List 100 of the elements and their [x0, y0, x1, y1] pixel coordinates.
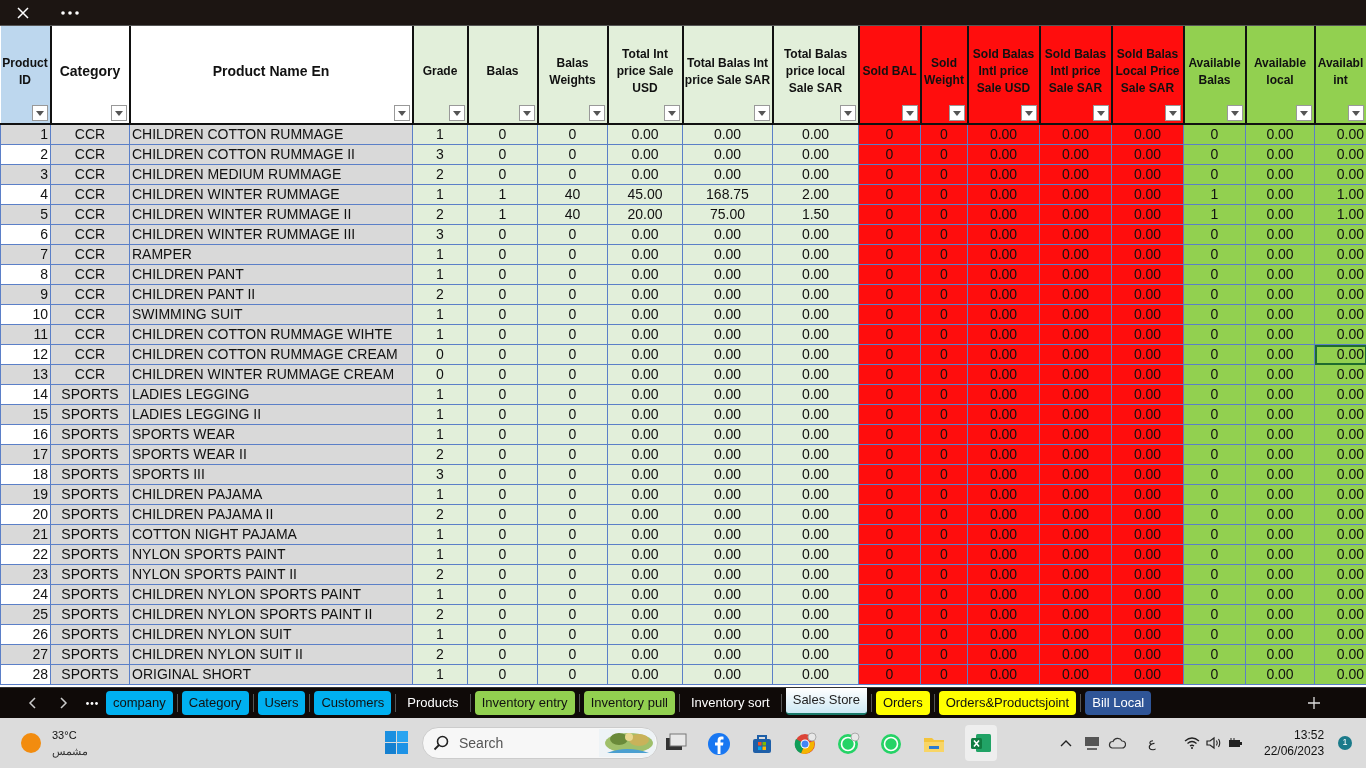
column-header[interactable]: Sold Balas Intl price Sale SAR	[1039, 26, 1112, 124]
sheet-tab[interactable]: Products	[400, 691, 466, 715]
close-icon[interactable]	[17, 6, 29, 19]
column-header[interactable]: Total Balas price local Sale SAR	[772, 26, 859, 124]
filter-button[interactable]	[393, 105, 410, 121]
column-header[interactable]: Total Balas Int price Sale SAR	[682, 26, 773, 124]
browser-icon[interactable]	[793, 732, 817, 756]
column-header[interactable]: Grade	[412, 26, 468, 124]
store-icon[interactable]	[750, 732, 774, 756]
filter-button[interactable]	[588, 105, 605, 121]
sheet-tab[interactable]: Orders	[875, 691, 930, 715]
add-sheet-icon[interactable]	[1308, 697, 1320, 709]
wifi-icon[interactable]	[1184, 737, 1200, 749]
table-cell: 14	[0, 384, 51, 405]
filter-button[interactable]	[518, 105, 535, 121]
filter-button[interactable]	[663, 105, 680, 121]
table-cell: 7	[0, 244, 51, 265]
previous-sheet-icon[interactable]	[28, 697, 36, 709]
dropdown-arrow-icon	[1351, 110, 1360, 116]
filter-button[interactable]	[31, 105, 48, 121]
dropdown-arrow-icon	[757, 110, 766, 116]
clock-time[interactable]: 13:52	[1294, 727, 1325, 743]
table-cell: CHILDREN COTTON RUMMAGE	[129, 124, 413, 145]
facebook-icon[interactable]	[707, 732, 731, 756]
table-cell: 26	[0, 624, 51, 645]
table-cell: 17	[0, 444, 51, 465]
sheet-tab[interactable]: Category	[181, 691, 249, 715]
sheet-tab[interactable]: Inventory pull	[583, 691, 675, 715]
speaker-icon[interactable]	[1206, 736, 1222, 750]
input-language[interactable]: ع	[1148, 733, 1156, 753]
dropdown-arrow-icon	[905, 110, 914, 116]
start-icon[interactable]	[385, 731, 408, 754]
column-header[interactable]: Balas Weights	[537, 26, 608, 124]
column-header[interactable]: Sold Balas Local Price Sale SAR	[1111, 26, 1184, 124]
monitor-icon[interactable]	[1084, 736, 1100, 750]
dropdown-arrow-icon	[1168, 110, 1177, 116]
dropdown-arrow-icon	[114, 110, 123, 116]
search-icon	[433, 735, 449, 751]
sheet-tab[interactable]: company	[106, 691, 173, 715]
table-cell: 27	[0, 644, 51, 665]
table-cell: 12	[0, 344, 51, 365]
table-cell: 10	[0, 304, 51, 325]
cloud-icon[interactable]	[1108, 737, 1126, 749]
column-header[interactable]: Available Balas	[1183, 26, 1246, 124]
clock-date[interactable]: 22/06/2023	[1264, 743, 1325, 759]
search-box[interactable]: Search	[422, 727, 658, 759]
column-header[interactable]: Total Int price Sale USD	[607, 26, 683, 124]
weather-condition: مشمس	[52, 744, 88, 759]
battery-icon[interactable]	[1228, 737, 1244, 749]
table-cell: 4	[0, 184, 51, 205]
filter-button[interactable]	[1020, 105, 1037, 121]
sheet-tab[interactable]: Inventory entry	[474, 691, 575, 715]
table-cell: 19	[0, 484, 51, 505]
column-header[interactable]: Balas	[467, 26, 538, 124]
dropdown-arrow-icon	[1230, 110, 1239, 116]
table-cell: 16	[0, 424, 51, 445]
chevron-up-icon[interactable]	[1060, 739, 1072, 747]
table-cell: 1	[0, 124, 51, 145]
filter-button[interactable]	[1092, 105, 1109, 121]
column-header[interactable]: Sold Balas Intl price Sale USD	[967, 26, 1040, 124]
table-cell: 21	[0, 524, 51, 545]
sheet-tab[interactable]: Orders&Productsjoint	[938, 691, 1077, 715]
search-field[interactable]: Search	[459, 731, 579, 755]
filter-button[interactable]	[948, 105, 965, 121]
notification-badge[interactable]: 1	[1338, 736, 1353, 750]
sheet-tab[interactable]: Inventory sort	[683, 691, 777, 715]
next-sheet-icon[interactable]	[60, 697, 68, 709]
filter-button[interactable]	[901, 105, 918, 121]
column-header[interactable]: Product Name En	[129, 26, 413, 124]
column-header[interactable]: Sold Weight	[920, 26, 968, 124]
sheet-tab[interactable]: Bill Local	[1085, 691, 1152, 715]
column-header[interactable]: Product ID	[0, 26, 51, 124]
column-header[interactable]: Available local	[1245, 26, 1315, 124]
spreadsheet-icon[interactable]	[969, 731, 993, 755]
filter-button[interactable]	[839, 105, 856, 121]
dropdown-arrow-icon	[1024, 110, 1033, 116]
more-sheets-icon[interactable]	[86, 701, 98, 705]
table-cell: 24	[0, 584, 51, 605]
filter-button[interactable]	[1347, 105, 1364, 121]
column-header[interactable]: Category	[50, 26, 130, 124]
filter-button[interactable]	[110, 105, 127, 121]
dropdown-arrow-icon	[452, 110, 461, 116]
dropdown-arrow-icon	[35, 110, 44, 116]
sheet-tab[interactable]: Customers	[314, 691, 392, 715]
dropdown-arrow-icon	[522, 110, 531, 116]
filter-button[interactable]	[1295, 105, 1312, 121]
temperature-text: 33°C	[52, 728, 78, 743]
column-header[interactable]: Sold BAL	[858, 26, 921, 124]
filter-button[interactable]	[448, 105, 465, 121]
sheet-tab[interactable]: Users	[257, 691, 306, 715]
filter-button[interactable]	[753, 105, 770, 121]
table-cell: 3	[0, 164, 51, 185]
more-icon[interactable]	[61, 10, 79, 15]
sheet-tab[interactable]: Sales Store	[785, 687, 867, 715]
dropdown-arrow-icon	[952, 110, 961, 116]
filter-button[interactable]	[1164, 105, 1181, 121]
column-header[interactable]: Availabl int	[1314, 26, 1366, 124]
table-cell: 28	[0, 664, 51, 685]
table-cell: 15	[0, 404, 51, 425]
filter-button[interactable]	[1226, 105, 1243, 121]
